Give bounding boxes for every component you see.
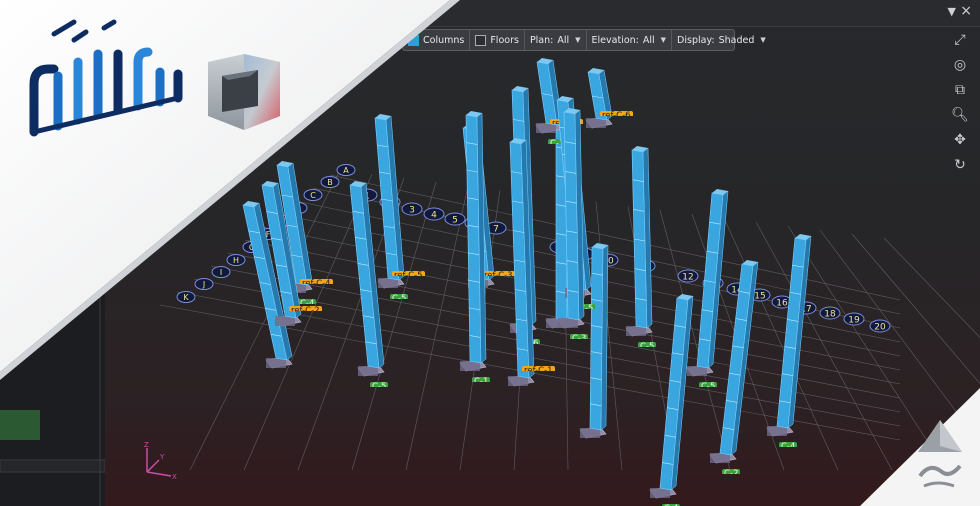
- svg-text:H: H: [233, 256, 239, 265]
- zoom-window-icon[interactable]: ⧉: [950, 80, 970, 100]
- svg-text:I: I: [220, 268, 222, 277]
- column[interactable]: C-4: [766, 234, 813, 447]
- grid-bubble-letter: K: [176, 291, 196, 303]
- column-label-tag: C-5: [370, 382, 389, 387]
- column[interactable]: C-1: [459, 111, 506, 382]
- grid-bubble-number: 19: [843, 312, 865, 326]
- grid-bubble-letter: A: [336, 164, 356, 176]
- svg-text:A: A: [343, 166, 349, 175]
- svg-text:18: 18: [824, 310, 836, 320]
- left-panel-fragment: [0, 260, 105, 506]
- concrete-cube-logo: [208, 54, 280, 130]
- chevron-down-icon: ▼: [760, 36, 766, 44]
- chevron-down-icon: ▼: [575, 36, 581, 44]
- persian-logo: [29, 19, 183, 137]
- column-ref-tag: ref-C-1: [522, 366, 555, 371]
- column-label-tag: C-5: [699, 382, 718, 387]
- floors-toggle[interactable]: Floors: [470, 30, 525, 50]
- axis-triad: Z Y X: [144, 441, 177, 481]
- corner-logo: [918, 420, 962, 488]
- column-ref-tag: ref-C-2: [289, 306, 322, 311]
- svg-text:4: 4: [431, 211, 437, 221]
- orbit-view-icon[interactable]: ◎: [950, 55, 970, 75]
- axis-x-label: X: [172, 473, 177, 481]
- svg-text:15: 15: [754, 292, 765, 302]
- column-ref-tag: ref-C-5: [392, 271, 425, 276]
- svg-text:20: 20: [874, 323, 886, 333]
- plan-dropdown[interactable]: Plan: All ▼: [525, 30, 587, 50]
- view-tools-toolbar: ⤢ ◎ ⧉ 🔍︎ ✥ ↻: [948, 30, 972, 180]
- grid-bubble-number: 18: [819, 306, 841, 320]
- grid-bubble-number: 20: [869, 319, 891, 333]
- axis-z-label: Z: [144, 441, 149, 449]
- close-icon[interactable]: ×: [960, 3, 972, 19]
- display-value: Shaded: [718, 34, 755, 46]
- display-label: Display:: [677, 34, 715, 46]
- plan-label: Plan:: [529, 34, 554, 46]
- svg-text:7: 7: [493, 225, 499, 235]
- columns-toggle[interactable]: Columns: [403, 30, 471, 50]
- svg-text:12: 12: [682, 273, 693, 283]
- column-ref-tag: ref-C-6: [600, 111, 633, 116]
- display-dropdown[interactable]: Display: Shaded ▼: [672, 30, 771, 50]
- view-filter-bar: Columns Floors Plan: All ▼ Elevation: Al…: [402, 29, 766, 51]
- grid-bubble-number: 3: [401, 202, 423, 216]
- elevation-label: Elevation:: [591, 34, 639, 46]
- plan-value: All: [557, 34, 570, 46]
- grid-bubble-number: 4: [423, 207, 445, 221]
- svg-text:5: 5: [452, 216, 458, 226]
- grid-bubble-letter: J: [194, 278, 214, 290]
- dropdown-arrow-icon[interactable]: ▼: [948, 5, 956, 18]
- svg-text:B: B: [327, 178, 333, 187]
- floors-label: Floors: [490, 34, 519, 46]
- columns-label: Columns: [423, 34, 465, 46]
- elevation-value: All: [642, 34, 655, 46]
- svg-text:16: 16: [776, 299, 788, 309]
- column[interactable]: ref-C-6: [585, 68, 660, 129]
- grid-bubble-letter: H: [226, 254, 246, 266]
- fit-view-icon[interactable]: ⤢: [950, 30, 970, 50]
- svg-text:19: 19: [848, 316, 860, 326]
- column-label-tag: C-4: [779, 442, 798, 447]
- column[interactable]: C-4: [649, 294, 696, 506]
- axis-y-label: Y: [159, 453, 165, 461]
- grid-bubble-letter: I: [211, 266, 231, 278]
- column-label-tag: C-1: [472, 377, 491, 382]
- grid-bubble-letter: C: [303, 189, 323, 201]
- elevation-dropdown[interactable]: Elevation: All ▼: [587, 30, 673, 50]
- grid-bubble-letter: B: [320, 176, 340, 188]
- pan-icon[interactable]: ✥: [950, 130, 970, 150]
- columns-group: ref-C-4 C-4 ref-C-5 C-5 ref-C-2 C-5 ref-C-3 C-1…: [242, 58, 813, 506]
- grid-bubble-number: 5: [444, 212, 466, 226]
- column-ref-tag: ref-C-3: [482, 271, 515, 276]
- svg-text:J: J: [202, 280, 205, 289]
- rotate-icon[interactable]: ↻: [950, 155, 970, 175]
- column-label-tag: C-2: [722, 469, 741, 474]
- floors-checkbox[interactable]: [475, 34, 487, 46]
- chevron-down-icon: ▼: [660, 36, 667, 44]
- svg-text:K: K: [183, 293, 189, 302]
- column-ref-tag: ref-C-4: [300, 279, 333, 284]
- columns-checkbox[interactable]: [408, 34, 419, 46]
- column-label-tag: C-5: [638, 342, 657, 347]
- column-label-tag: C-3: [570, 334, 589, 339]
- grid-bubble-number: 12: [677, 269, 699, 283]
- svg-text:C: C: [310, 191, 316, 200]
- column-label-tag: C-5: [390, 294, 409, 299]
- zoom-icon[interactable]: 🔍︎: [950, 105, 970, 125]
- svg-text:3: 3: [409, 206, 415, 216]
